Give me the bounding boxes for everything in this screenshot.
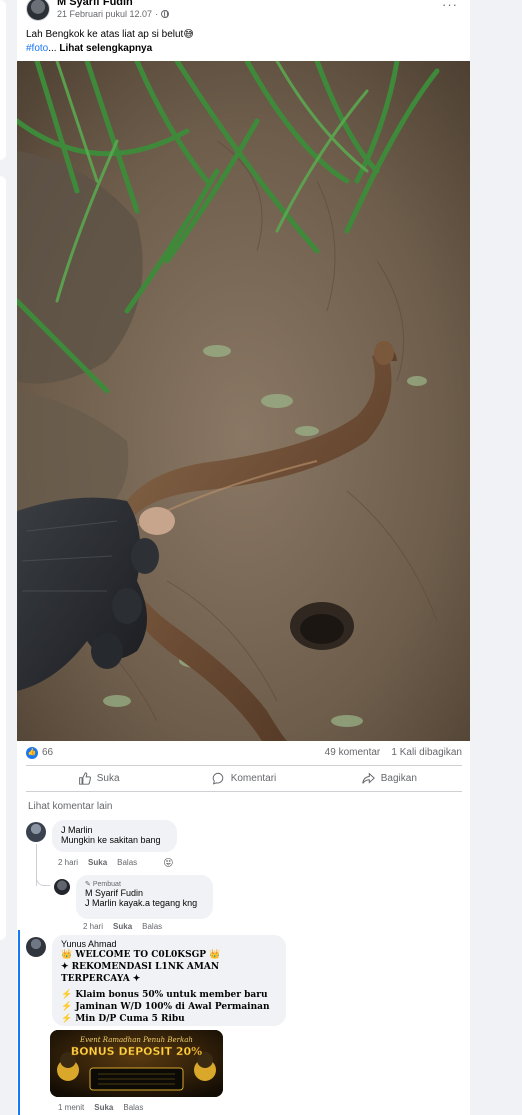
view-more-comments[interactable]: Lihat komentar lain bbox=[28, 801, 113, 812]
globe-icon bbox=[161, 10, 170, 18]
comment-time[interactable]: 2 hari bbox=[58, 858, 78, 869]
reply-reply-button[interactable]: Balas bbox=[142, 922, 162, 931]
share-button-label: Bagikan bbox=[380, 772, 417, 784]
pencil-icon: ✎ bbox=[85, 881, 91, 888]
comment-icon bbox=[212, 772, 223, 785]
author-badge-label: Pembuat bbox=[92, 880, 121, 888]
share-button[interactable]: Bagikan bbox=[317, 767, 462, 789]
reply-body: kayak.a tegang kng bbox=[119, 898, 198, 908]
author-name[interactable]: M Syarif Fudin bbox=[57, 0, 133, 8]
divider bbox=[26, 765, 462, 766]
comment-like-button[interactable]: Suka bbox=[88, 858, 107, 869]
hashtag-link[interactable]: #foto bbox=[26, 43, 48, 54]
reaction-stats: 👍 66 49 komentar 1 Kali dibagikan bbox=[26, 747, 462, 761]
author-avatar[interactable] bbox=[26, 0, 50, 21]
like-button-label: Suka bbox=[96, 772, 120, 784]
spam-line: 👑 WELCOME TO C0L0KSGP 👑 bbox=[61, 950, 221, 960]
post-header: M Syarif Fudin 21 Februari pukul 12.07 ·… bbox=[17, 0, 470, 26]
commenter-avatar[interactable] bbox=[26, 822, 46, 842]
reply-bubble: ✎ Pembuat M Syarif Fudin J Marlin kayak.… bbox=[76, 875, 213, 919]
promo-subtitle: Event Ramadhan Penuh Berkah bbox=[79, 1036, 193, 1044]
comment-text: Mungkin ke sakitan bang bbox=[61, 835, 161, 845]
share-count[interactable]: 1 Kali dibagikan bbox=[391, 747, 462, 758]
left-card bbox=[0, 0, 6, 160]
eel-photo-illustration bbox=[17, 61, 470, 741]
thread-curve bbox=[36, 872, 50, 886]
spam-line: ⚡ Jaminan W/D 100% di Awal Permainan bbox=[61, 1002, 270, 1012]
comment-meta: 1 menit Suka Balas bbox=[58, 1103, 143, 1112]
comments-shares: 49 komentar 1 Kali dibagikan bbox=[325, 747, 462, 758]
commenter-name[interactable]: Yunus Ahmad bbox=[61, 939, 277, 949]
caption-ellipsis: ... bbox=[48, 43, 57, 54]
like-reaction-icon[interactable]: 👍 bbox=[26, 747, 38, 759]
comment-bubble: J Marlin Mungkin ke sakitan bang bbox=[52, 820, 177, 852]
post-photo[interactable] bbox=[17, 61, 470, 741]
meta-separator: · bbox=[155, 9, 159, 19]
comment-button-label: Komentari bbox=[230, 772, 277, 784]
comment-meta: 2 hari Suka Balas 😝 bbox=[58, 858, 174, 869]
like-button[interactable]: Suka bbox=[26, 767, 171, 789]
commenter-avatar[interactable] bbox=[26, 937, 46, 957]
comment-reply-button[interactable]: Balas bbox=[123, 1103, 143, 1112]
reply-text: J Marlin kayak.a tegang kng bbox=[85, 898, 204, 908]
comment-like-button[interactable]: Suka bbox=[94, 1103, 113, 1112]
divider bbox=[26, 791, 462, 792]
promo-banner-image[interactable]: Event Ramadhan Penuh Berkah BONUS DEPOSI… bbox=[50, 1030, 223, 1097]
reply-avatar[interactable] bbox=[54, 879, 70, 895]
comment-reply-button[interactable]: Balas bbox=[117, 858, 137, 869]
reply-meta: 2 hari Suka Balas bbox=[83, 922, 162, 931]
highlight-bar bbox=[18, 930, 20, 1115]
spam-line: ⚡ Klaim bonus 50% untuk member baru bbox=[61, 990, 268, 1000]
see-more-link[interactable]: Lihat selengkapnya bbox=[59, 43, 152, 54]
reply-author-name[interactable]: M Syarif Fudin bbox=[85, 888, 204, 898]
post-caption: Lah Bengkok ke atas liat ap si belut😅 bbox=[26, 29, 194, 40]
post-caption-more: #foto... Lihat selengkapnya bbox=[26, 43, 152, 54]
spam-line: ✦ REKOMENDASI L1NK AMAN TERPERCAYA ✦ bbox=[61, 962, 220, 984]
promo-banner-art: Event Ramadhan Penuh Berkah BONUS DEPOSI… bbox=[50, 1030, 223, 1097]
share-icon bbox=[362, 772, 375, 784]
action-bar: Suka Komentari Bagikan bbox=[26, 767, 462, 789]
haha-reaction-icon[interactable]: 😝 bbox=[163, 858, 173, 869]
comment-bubble: Yunus Ahmad 👑 WELCOME TO C0L0KSGP 👑 ✦ RE… bbox=[52, 935, 286, 1026]
thumbs-up-icon bbox=[78, 771, 91, 785]
promo-title: BONUS DEPOSIT 20% bbox=[71, 1045, 202, 1058]
post-timestamp[interactable]: 21 Februari pukul 12.07 bbox=[57, 9, 152, 19]
author-badge: ✎ Pembuat bbox=[85, 880, 204, 889]
mention-link[interactable]: J Marlin bbox=[85, 898, 117, 908]
like-count[interactable]: 66 bbox=[42, 747, 53, 758]
reply-like-button[interactable]: Suka bbox=[113, 922, 132, 931]
spam-line: ⚡ Min D/P Cuma 5 Ribu bbox=[61, 1014, 185, 1024]
reply-time[interactable]: 2 hari bbox=[83, 922, 103, 931]
commenter-name[interactable]: J Marlin bbox=[61, 825, 168, 835]
more-options-icon[interactable]: ··· bbox=[442, 0, 458, 11]
comment-count[interactable]: 49 komentar bbox=[325, 747, 381, 758]
post-meta: 21 Februari pukul 12.07 · bbox=[57, 9, 170, 19]
comment-time[interactable]: 1 menit bbox=[58, 1103, 84, 1112]
post-card: M Syarif Fudin 21 Februari pukul 12.07 ·… bbox=[17, 0, 470, 1115]
left-card bbox=[0, 176, 6, 940]
comment-button[interactable]: Komentari bbox=[171, 767, 316, 789]
